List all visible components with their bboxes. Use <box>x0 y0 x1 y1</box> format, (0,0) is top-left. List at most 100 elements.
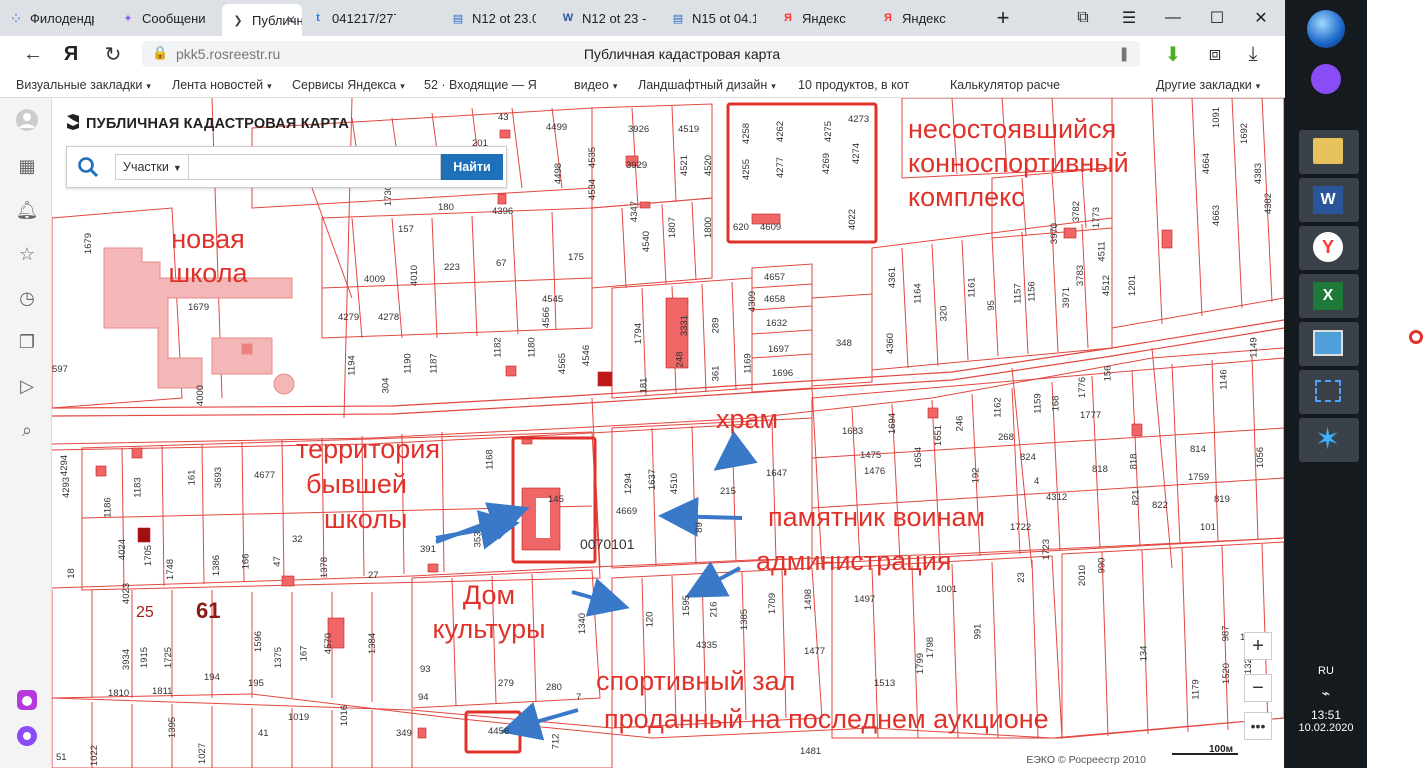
plot-number[interactable]: 3926 <box>628 124 649 135</box>
yandex-home-icon[interactable]: Я <box>58 42 84 66</box>
plot-number[interactable]: 1194 <box>347 355 358 375</box>
tab-8[interactable]: Я Яндекс <box>872 4 972 32</box>
plot-number[interactable]: 990 <box>1096 558 1107 574</box>
alice-taskbar-icon[interactable] <box>1311 64 1341 94</box>
play-icon[interactable]: ▷ <box>15 374 39 398</box>
collections-icon[interactable]: ❐ <box>15 330 39 354</box>
plot-number[interactable]: 1705 <box>143 545 154 566</box>
plot-number[interactable]: 4669 <box>616 506 637 517</box>
plot-number[interactable]: 1915 <box>139 647 150 668</box>
plot-number[interactable]: 818 <box>1128 454 1139 470</box>
downloads-icon[interactable]: ⤓ <box>1240 42 1266 66</box>
plot-number[interactable]: 1159 <box>1033 393 1044 413</box>
plot-number[interactable]: 4022 <box>847 209 858 230</box>
plot-number[interactable]: 145 <box>548 494 564 505</box>
plot-number[interactable]: 1810 <box>108 688 129 699</box>
plot-number[interactable]: 1294 <box>623 473 634 494</box>
plot-number[interactable]: 4010 <box>409 265 420 286</box>
plot-number[interactable]: 1811 <box>152 686 172 697</box>
plot-number[interactable]: 991 <box>972 624 983 640</box>
plot-number[interactable]: 4009 <box>364 274 385 285</box>
plot-number[interactable]: 348 <box>836 338 852 349</box>
plot-number[interactable]: 1647 <box>766 468 787 479</box>
tab-1[interactable]: ✦ Сообщения <box>112 4 222 32</box>
plot-number[interactable]: 3783 <box>1075 265 1086 286</box>
plot-number[interactable]: 1395 <box>167 717 178 738</box>
plot-number[interactable]: 597 <box>52 364 68 375</box>
plot-number[interactable]: 157 <box>398 224 414 235</box>
plot-number[interactable]: 4540 <box>641 231 652 252</box>
plot-number[interactable]: 4396 <box>492 206 513 217</box>
plot-number[interactable]: 1056 <box>1255 447 1266 468</box>
plot-number[interactable]: 4277 <box>775 157 786 178</box>
plot-number[interactable]: 4658 <box>764 294 785 305</box>
translate-icon[interactable]: ⧈ <box>1202 42 1228 66</box>
plot-number[interactable]: 353 <box>472 532 483 548</box>
language-indicator[interactable]: RU <box>1285 665 1367 677</box>
close-tab-icon[interactable]: ✕ <box>286 13 296 27</box>
plot-number[interactable]: 1475 <box>860 450 881 461</box>
close-window-button[interactable]: ✕ <box>1248 6 1274 30</box>
plot-number[interactable]: 1800 <box>703 217 714 238</box>
plot-number[interactable]: 167 <box>298 646 309 662</box>
plot-number[interactable]: 814 <box>1190 444 1206 455</box>
bell-icon[interactable]: 🔔︎ <box>15 198 39 222</box>
plot-number[interactable]: 1679 <box>83 233 94 254</box>
plot-number[interactable]: 94 <box>418 692 429 703</box>
tab-3[interactable]: t 041217/277 <box>302 4 442 32</box>
history-icon[interactable]: ◷ <box>15 286 39 310</box>
plot-number[interactable]: 156 <box>1102 366 1113 382</box>
plot-number[interactable]: 1798 <box>925 637 936 658</box>
plot-number[interactable]: 4309 <box>747 291 758 312</box>
plot-number[interactable]: 1723 <box>1041 539 1052 560</box>
plot-number[interactable]: 4 <box>1034 476 1039 487</box>
plot-number[interactable]: 1476 <box>864 466 885 477</box>
plot-number[interactable]: 4361 <box>887 267 898 288</box>
plot-number[interactable]: 391 <box>420 544 436 555</box>
plot-number[interactable]: 4565 <box>557 353 568 374</box>
plot-number[interactable]: 320 <box>938 306 949 322</box>
tab-6[interactable]: ▤ N15 ot 04.1 <box>662 4 772 32</box>
plot-number[interactable]: 4545 <box>542 294 563 305</box>
plot-number[interactable]: 4657 <box>764 272 785 283</box>
zoom-out-button[interactable]: − <box>1244 674 1272 702</box>
plot-number[interactable]: 4521 <box>679 155 690 176</box>
plot-number[interactable]: 4335 <box>696 640 717 651</box>
plot-number[interactable]: 1001 <box>936 584 957 595</box>
clock-date[interactable]: 10.02.2020 <box>1285 722 1367 734</box>
plot-number[interactable]: 1186 <box>103 497 114 517</box>
plot-number[interactable]: 1375 <box>273 647 284 668</box>
plot-number[interactable]: 1776 <box>1077 377 1088 398</box>
plot-number[interactable]: 67 <box>496 258 507 269</box>
plot-number[interactable]: 4519 <box>678 124 699 135</box>
bookmark-3[interactable]: 52 · Входящие — Я <box>424 78 537 92</box>
plot-number[interactable]: 824 <box>1020 452 1036 463</box>
bookmark-1[interactable]: Лента новостей ▾ <box>172 78 272 92</box>
plot-number[interactable]: 1169 <box>743 353 754 373</box>
plot-number[interactable]: 1179 <box>1191 679 1202 699</box>
plot-number[interactable]: 620 <box>733 222 749 233</box>
plot-number[interactable]: 3693 <box>213 467 224 488</box>
plot-number[interactable]: 819 <box>1214 494 1230 505</box>
plot-number[interactable]: 4570 <box>323 633 334 654</box>
plot-number[interactable]: 4456 <box>488 726 509 737</box>
plot-number[interactable]: 1162 <box>993 397 1004 417</box>
plot-number[interactable]: 195 <box>248 678 264 689</box>
plot-number[interactable]: 4347 <box>629 201 640 222</box>
photo-viewer-taskbar-icon[interactable] <box>1299 322 1359 366</box>
plot-number[interactable]: 818 <box>1092 464 1108 475</box>
plot-number[interactable]: 4535 <box>587 147 598 168</box>
plot-number[interactable]: 1679 <box>188 302 209 313</box>
search-doc-icon[interactable]: ⌕ <box>15 418 39 442</box>
bookmark-4[interactable]: видео ▾ <box>574 78 617 92</box>
plot-number[interactable]: 4279 <box>338 312 359 323</box>
plot-number[interactable]: 1161 <box>967 277 978 297</box>
plot-number[interactable]: 1777 <box>1080 410 1101 421</box>
plot-number[interactable]: 216 <box>708 602 719 618</box>
tab-2[interactable]: ❯Публичная✕ <box>222 4 302 36</box>
url-box[interactable]: 🔒 pkk5.rosreestr.ru Публичная кадастрова… <box>142 41 1140 67</box>
word-taskbar-icon[interactable]: W <box>1299 178 1359 222</box>
plot-number[interactable]: 1378 <box>319 557 330 578</box>
bookmark-8[interactable]: Другие закладки ▾ <box>1156 78 1260 92</box>
plot-number[interactable]: 4383 <box>1253 163 1264 184</box>
